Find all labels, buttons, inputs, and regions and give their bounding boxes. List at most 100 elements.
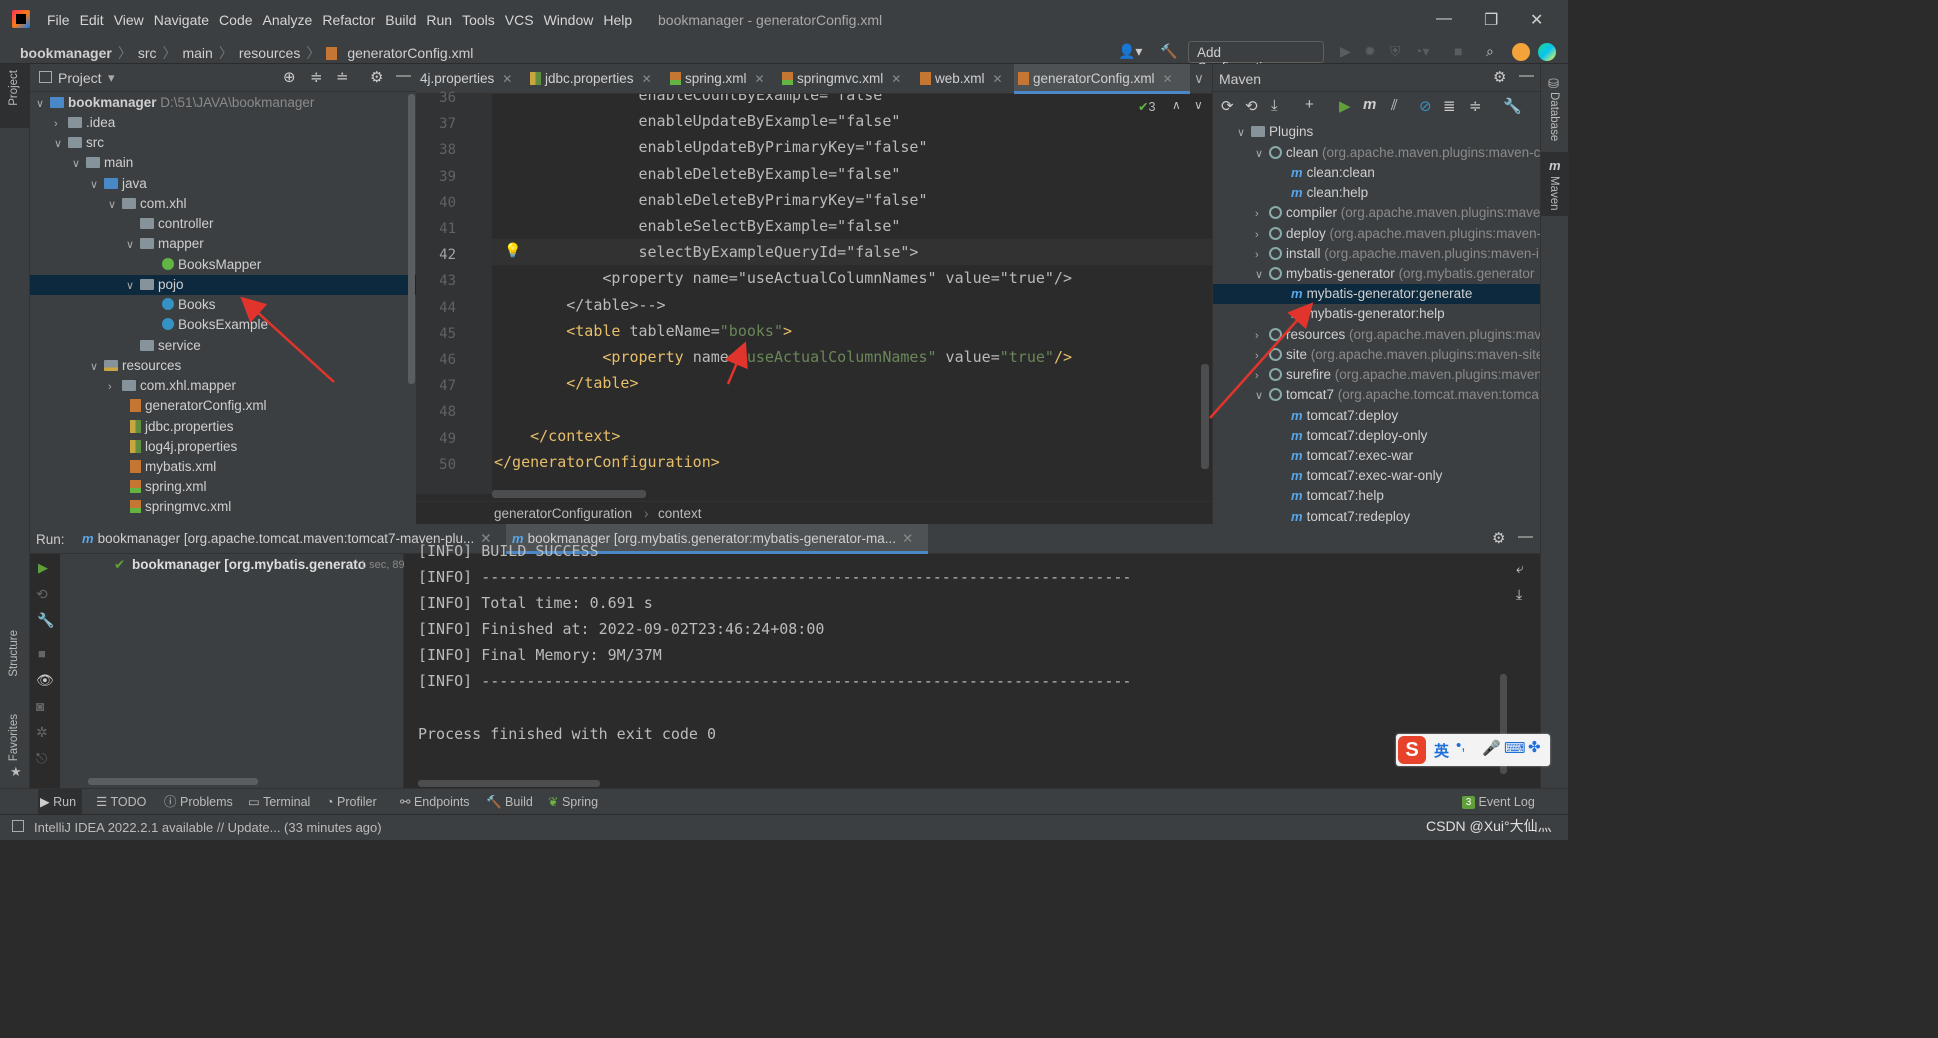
maven-plugins[interactable]: ∨ Plugins bbox=[1237, 122, 1537, 142]
tab-spring-xml[interactable]: spring.xml ✕ bbox=[666, 64, 765, 94]
add-configuration-button[interactable]: Add Configuration... bbox=[1188, 41, 1324, 75]
project-scrollbar[interactable] bbox=[408, 94, 415, 384]
problems-tool-button[interactable]: ⓘ Problems bbox=[164, 789, 233, 815]
keyboard-icon[interactable]: ⌨ bbox=[1504, 739, 1526, 757]
tree-item-mapper[interactable]: ∨ mapper bbox=[126, 234, 204, 254]
stop-icon[interactable]: ■ bbox=[1454, 43, 1462, 59]
update-icon[interactable] bbox=[1512, 43, 1530, 61]
spring-tool-button[interactable]: ❦ Spring bbox=[548, 789, 598, 815]
restore-icon[interactable]: ❐ bbox=[1484, 10, 1498, 30]
tree-item-booksmapper[interactable]: BooksMapper bbox=[162, 255, 261, 275]
menu-code[interactable]: Code bbox=[214, 12, 257, 28]
profiler-tool-button[interactable]: ◔ Profiler bbox=[326, 789, 377, 815]
menu-vcs[interactable]: VCS bbox=[500, 12, 539, 28]
tree-item-generatorconfig[interactable]: generatorConfig.xml bbox=[130, 396, 267, 416]
tree-item-com-xhl-mapper[interactable]: › com.xhl.mapper bbox=[108, 376, 236, 396]
maven-plugin-install[interactable]: › install (org.apache.maven.plugins:maven… bbox=[1255, 244, 1541, 264]
maven-plugin-compiler[interactable]: › compiler (org.apache.maven.plugins:mave bbox=[1255, 203, 1541, 223]
run-tree-item[interactable]: bookmanager [org.mybatis.generato bbox=[132, 557, 366, 572]
run-tool-button[interactable]: ▶ Run bbox=[38, 789, 83, 815]
hide-panel-icon[interactable]: — bbox=[1518, 528, 1533, 545]
tree-item-idea[interactable]: › .idea bbox=[54, 113, 115, 133]
punctuation-icon[interactable]: •, bbox=[1456, 737, 1465, 754]
soft-wrap-icon[interactable]: ⤶ bbox=[1516, 560, 1524, 577]
menu-navigate[interactable]: Navigate bbox=[149, 12, 214, 28]
run-icon[interactable]: ▶ bbox=[1340, 43, 1351, 60]
tree-item-booksexample[interactable]: BooksExample bbox=[162, 315, 268, 335]
profile-icon[interactable]: ◔▾ bbox=[1414, 43, 1429, 60]
run-maven-icon[interactable]: ▶ bbox=[1339, 97, 1351, 115]
collapse-icon[interactable]: ≑ bbox=[1469, 97, 1482, 115]
gear-icon[interactable]: ⚙ bbox=[370, 68, 383, 86]
crumb-resources[interactable]: resources bbox=[239, 45, 300, 61]
menu-help[interactable]: Help bbox=[598, 12, 637, 28]
structure-tool-button[interactable]: Structure bbox=[8, 630, 20, 677]
favorites-tool-button[interactable]: Favorites bbox=[8, 714, 20, 761]
crumb-generatorconfiguration[interactable]: generatorConfiguration bbox=[494, 506, 632, 521]
gear-icon[interactable]: ⚙ bbox=[1492, 529, 1505, 547]
tab-generatorconfig-xml[interactable]: generatorConfig.xml ✕ bbox=[1014, 64, 1190, 94]
hide-panel-icon[interactable]: — bbox=[396, 67, 411, 84]
locate-icon[interactable]: ⊕ bbox=[283, 68, 296, 86]
gear-icon[interactable]: ⚙ bbox=[1493, 68, 1506, 86]
build-tool-button[interactable]: 🔨 Build bbox=[486, 789, 533, 815]
tree-item-spring-xml[interactable]: spring.xml bbox=[130, 477, 207, 497]
crumb-context[interactable]: context bbox=[658, 506, 702, 521]
tree-item-main[interactable]: ∨ main bbox=[72, 153, 133, 173]
status-message[interactable]: IntelliJ IDEA 2022.2.1 available // Upda… bbox=[34, 820, 382, 835]
maven-goal-tomcat7-deploy-only[interactable]: m tomcat7:deploy-only bbox=[1291, 426, 1541, 446]
toggle-panels-icon[interactable] bbox=[12, 820, 24, 832]
crumb-main[interactable]: main bbox=[182, 45, 212, 61]
hide-panel-icon[interactable]: — bbox=[1519, 67, 1534, 84]
maven-plugin-clean[interactable]: ∨ clean (org.apache.maven.plugins:maven-c… bbox=[1255, 143, 1541, 163]
exit-icon[interactable]: ⎋ bbox=[36, 750, 47, 767]
event-log-button[interactable]: 3 Event Log bbox=[1462, 789, 1535, 815]
tree-item-jdbc-properties[interactable]: jdbc.properties bbox=[130, 417, 234, 437]
execute-goal-icon[interactable]: m bbox=[1363, 96, 1376, 113]
scroll-to-end-icon[interactable]: ⤓ bbox=[1516, 586, 1522, 603]
editor-scrollbar[interactable] bbox=[1201, 364, 1209, 469]
debug-icon[interactable]: ✹ bbox=[1364, 43, 1376, 60]
toggle-offline-icon[interactable]: ⫽ bbox=[1391, 97, 1398, 114]
menu-build[interactable]: Build bbox=[380, 12, 421, 28]
console-horizontal-scrollbar[interactable] bbox=[418, 780, 600, 787]
crumb-src[interactable]: src bbox=[138, 45, 157, 61]
camera-icon[interactable]: ◙ bbox=[36, 698, 44, 714]
ime-language[interactable]: 英 bbox=[1434, 740, 1449, 761]
wrench-icon[interactable]: 🔧 bbox=[37, 612, 54, 629]
tree-item-mybatis-xml[interactable]: mybatis.xml bbox=[130, 457, 216, 477]
user-icon[interactable]: 👤▾ bbox=[1118, 43, 1142, 60]
tree-item-resources[interactable]: ∨ resources bbox=[90, 356, 181, 376]
crumb-file[interactable]: generatorConfig.xml bbox=[347, 45, 473, 61]
close-window-icon[interactable]: ✕ bbox=[1530, 10, 1543, 30]
rerun-failed-icon[interactable]: ⟲ bbox=[36, 586, 48, 603]
rerun-icon[interactable]: ▶ bbox=[38, 560, 48, 576]
maven-goal-clean-help[interactable]: m clean:help bbox=[1291, 183, 1541, 203]
maven-goal-mybatis-generator-help[interactable]: m mybatis-generator:help bbox=[1291, 304, 1541, 324]
tab-web-xml[interactable]: web.xml ✕ bbox=[916, 64, 1003, 94]
tree-item-springmvc-xml[interactable]: springmvc.xml bbox=[130, 497, 231, 517]
project-view-selector[interactable]: Project bbox=[58, 70, 102, 86]
terminal-tool-button[interactable]: ▭ Terminal bbox=[248, 789, 310, 815]
tree-item-books[interactable]: Books bbox=[162, 295, 216, 315]
build-hammer-icon[interactable]: 🔨 bbox=[1160, 43, 1177, 60]
tree-item-pojo[interactable]: ∨ pojo bbox=[30, 275, 416, 295]
tabs-overflow-icon[interactable]: ∨ bbox=[1190, 64, 1204, 94]
tree-item-src[interactable]: ∨ src bbox=[54, 133, 104, 153]
toolbox-icon[interactable]: ✤ bbox=[1528, 738, 1541, 756]
stop-icon[interactable]: ■ bbox=[38, 646, 46, 661]
next-highlight-icon[interactable]: ∨ bbox=[1194, 98, 1203, 112]
tree-item-com-xhl[interactable]: ∨ com.xhl bbox=[108, 194, 187, 214]
menu-refactor[interactable]: Refactor bbox=[317, 12, 380, 28]
endpoints-tool-button[interactable]: ⚯ Endpoints bbox=[400, 789, 470, 815]
settings-icon[interactable]: ✲ bbox=[36, 724, 48, 741]
tree-item-java[interactable]: ∨ java bbox=[90, 174, 147, 194]
add-project-icon[interactable]: + bbox=[1305, 96, 1314, 113]
menu-analyze[interactable]: Analyze bbox=[258, 12, 318, 28]
maven-goal-mybatis-generator-generate[interactable]: m mybatis-generator:generate bbox=[1213, 284, 1541, 304]
run-tree-scrollbar[interactable] bbox=[88, 778, 258, 785]
microphone-icon[interactable]: 🎤 bbox=[1482, 739, 1501, 757]
menu-edit[interactable]: Edit bbox=[75, 12, 109, 28]
collapse-all-icon[interactable]: ≐ bbox=[336, 68, 349, 86]
prev-highlight-icon[interactable]: ∧ bbox=[1172, 98, 1181, 112]
